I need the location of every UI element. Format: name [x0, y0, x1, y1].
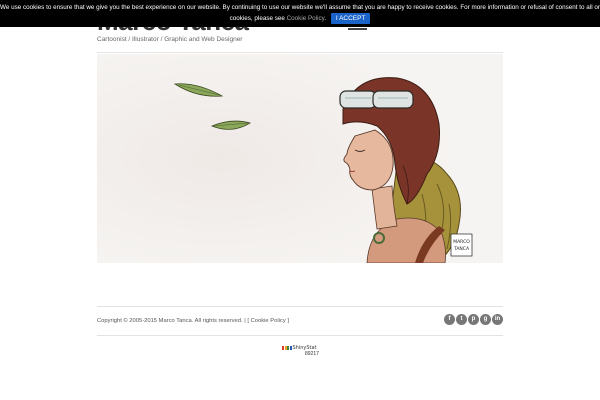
hero-illustration: MARCO TANCA: [97, 54, 503, 263]
google-plus-icon[interactable]: g: [480, 314, 491, 325]
artist-signature: MARCO TANCA: [450, 233, 473, 257]
footer-divider-bottom: [97, 335, 503, 336]
visit-count: 89217: [305, 351, 319, 357]
linkedin-icon[interactable]: in: [492, 314, 503, 325]
footer-divider-top: [97, 306, 503, 307]
chart-bars-icon: [282, 346, 292, 350]
cookie-text-suffix: .: [324, 15, 327, 23]
accept-cookies-button[interactable]: I ACCEPT: [330, 13, 371, 24]
social-links: f t p g in: [444, 314, 503, 326]
site-tagline: Cartoonist / Illustrator / Graphic and W…: [97, 36, 243, 43]
twitter-icon[interactable]: t: [456, 314, 467, 325]
cookie-text: We use cookies to ensure that we give yo…: [0, 4, 600, 11]
signature-line1: MARCO: [453, 239, 470, 245]
aviator-girl-illustration: MARCO TANCA: [97, 54, 503, 263]
footer-cookie-policy-link[interactable]: Cookie Policy: [251, 318, 286, 324]
pinterest-icon[interactable]: p: [468, 314, 479, 325]
cookie-policy-link[interactable]: Cookie Policy: [287, 15, 325, 22]
cookie-text-prefix: cookies, please see: [229, 15, 285, 23]
signature-line2: TANCA: [453, 246, 470, 252]
header-divider: [97, 52, 503, 53]
copyright-text: Copyright © 2005-2015 Marco Tanca. All r…: [97, 318, 249, 324]
menu-toggle[interactable]: [348, 28, 367, 30]
copyright: Copyright © 2005-2015 Marco Tanca. All r…: [97, 318, 289, 324]
cookie-bar: We use cookies to ensure that we give yo…: [0, 0, 600, 27]
facebook-icon[interactable]: f: [444, 314, 455, 325]
copyright-closing: ]: [287, 318, 289, 324]
